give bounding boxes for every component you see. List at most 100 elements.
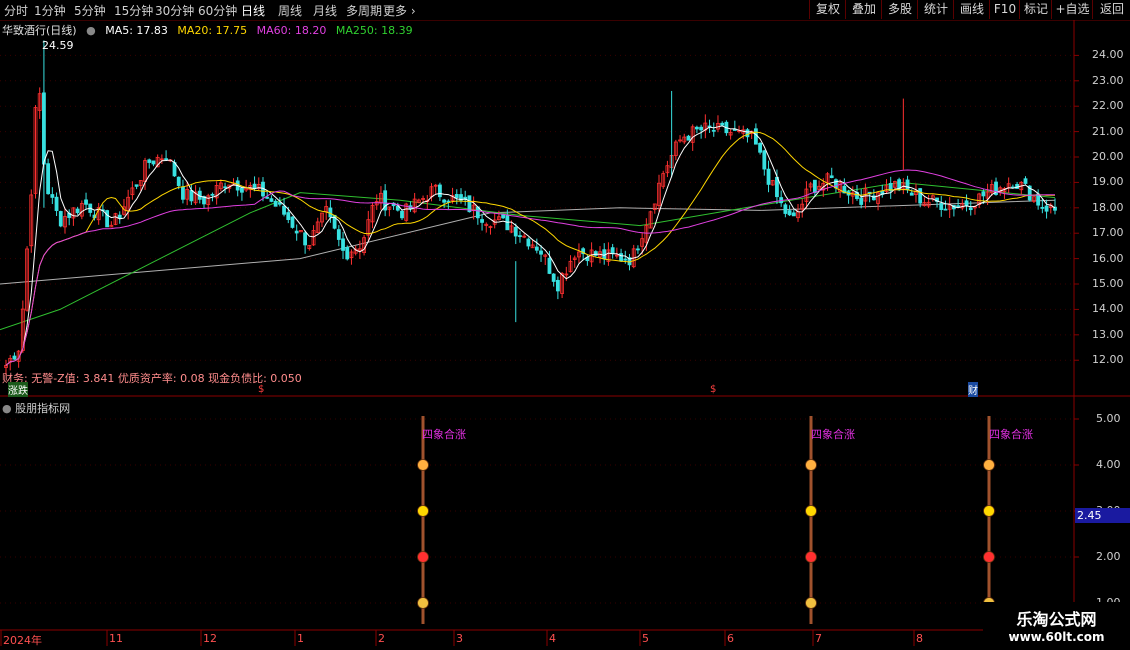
date-label: 11 — [109, 632, 123, 645]
candle-body — [412, 198, 417, 213]
candle-body — [109, 224, 114, 228]
candle-body — [210, 193, 215, 196]
tab-4[interactable]: 30分钟 — [155, 2, 194, 19]
tab-1[interactable]: 1分钟 — [34, 2, 66, 19]
candle-body — [589, 249, 594, 263]
toolbar-button-4[interactable]: 画线 — [953, 0, 990, 19]
toolbar-button-2[interactable]: 多股 — [881, 0, 918, 19]
candle-body — [20, 308, 25, 351]
candle-body — [29, 194, 34, 247]
smile-icon — [417, 505, 429, 517]
candle-body — [269, 198, 274, 202]
tab-8[interactable]: 月线 — [313, 2, 337, 19]
candle-body — [859, 197, 864, 205]
tab-9[interactable]: 多周期 — [346, 2, 382, 19]
candle-body — [812, 179, 817, 194]
signal-label: 四象合涨 — [811, 428, 855, 441]
tab-3[interactable]: 15分钟 — [114, 2, 153, 19]
candle-body — [935, 197, 939, 202]
candle-body — [505, 215, 510, 231]
ma60-value: MA60: 18.20 — [256, 24, 327, 37]
candle-body — [105, 210, 110, 228]
toolbar-button-6[interactable]: 标记 — [1019, 0, 1052, 19]
tab-10[interactable]: 更多 › — [383, 2, 416, 19]
toolbar-button-0[interactable]: 复权 — [809, 0, 846, 19]
money-bag-icon — [805, 597, 817, 609]
candle-body — [636, 248, 640, 251]
candle-body — [501, 214, 506, 219]
candle-body — [88, 203, 93, 213]
toggle-icon[interactable]: ● — [2, 402, 12, 415]
candle-body — [998, 187, 1003, 192]
candle-body — [914, 190, 918, 196]
indicator-current-value: 2.45 — [1075, 508, 1130, 523]
toolbar-button-8[interactable]: 返回 — [1092, 0, 1130, 19]
candle-body — [964, 200, 969, 207]
candle-body — [800, 203, 805, 210]
date-label: 2 — [378, 632, 385, 645]
candle-body — [631, 248, 636, 268]
candle-body — [791, 212, 796, 217]
candle-body — [480, 219, 484, 223]
candle-body — [277, 202, 282, 205]
candle-body — [37, 93, 42, 111]
price-chart[interactable] — [0, 0, 1130, 650]
candle-body — [492, 219, 497, 225]
candle-body — [450, 195, 455, 201]
candle-body — [732, 128, 737, 131]
price-tick: 21.00 — [1092, 124, 1124, 138]
tab-6[interactable]: 日线 — [241, 2, 265, 19]
tab-0[interactable]: 分时 — [4, 2, 28, 19]
toolbar-button-7[interactable]: +自选 — [1051, 0, 1093, 19]
candle-body — [1015, 184, 1019, 189]
candle-body — [189, 190, 194, 202]
toolbar-button-1[interactable]: 叠加 — [845, 0, 882, 19]
tab-5[interactable]: 60分钟 — [198, 2, 237, 19]
candle-body — [1006, 183, 1011, 189]
candle-body — [707, 125, 712, 128]
ma20-line — [5, 131, 1056, 366]
candle-body — [888, 183, 893, 192]
candle-body — [357, 248, 362, 251]
candle-body — [79, 203, 84, 217]
candle-body — [829, 175, 834, 178]
toggle-icon[interactable]: ● — [86, 24, 96, 37]
candle-body — [117, 214, 122, 219]
candle-body — [530, 244, 535, 249]
candle-body — [699, 126, 704, 131]
candle-body — [657, 182, 661, 206]
tab-7[interactable]: 周线 — [278, 2, 302, 19]
candle-body — [543, 254, 548, 257]
candle-body — [84, 199, 88, 205]
candle-body — [770, 180, 775, 186]
indicator-tick: 2.00 — [1096, 550, 1121, 563]
candle-body — [939, 202, 944, 210]
candle-body — [884, 185, 889, 193]
candle-body — [581, 248, 586, 255]
candle-body — [838, 182, 843, 193]
candle-body — [96, 207, 101, 221]
candle-body — [989, 184, 994, 194]
ma5-value: MA5: 17.83 — [105, 24, 168, 37]
toolbar-button-5[interactable]: F10 — [989, 0, 1020, 19]
price-tick: 17.00 — [1092, 226, 1124, 240]
toolbar-button-3[interactable]: 统计 — [917, 0, 954, 19]
price-tick: 23.00 — [1092, 73, 1124, 87]
candle-body — [745, 129, 750, 138]
candle-body — [366, 219, 371, 236]
candle-body — [311, 230, 316, 246]
candle-body — [143, 160, 147, 182]
candle-body — [345, 247, 350, 260]
candle-body — [585, 256, 590, 262]
candle-body — [113, 213, 118, 225]
candle-body — [871, 195, 876, 201]
candle-body — [855, 192, 859, 200]
tab-2[interactable]: 5分钟 — [74, 2, 106, 19]
candle-body — [429, 186, 434, 198]
candle-body — [1019, 181, 1024, 191]
candle-body — [416, 199, 421, 203]
date-label: 12 — [203, 632, 217, 645]
candle-body — [644, 225, 649, 243]
candle-body — [159, 158, 164, 161]
candle-body — [353, 248, 358, 254]
